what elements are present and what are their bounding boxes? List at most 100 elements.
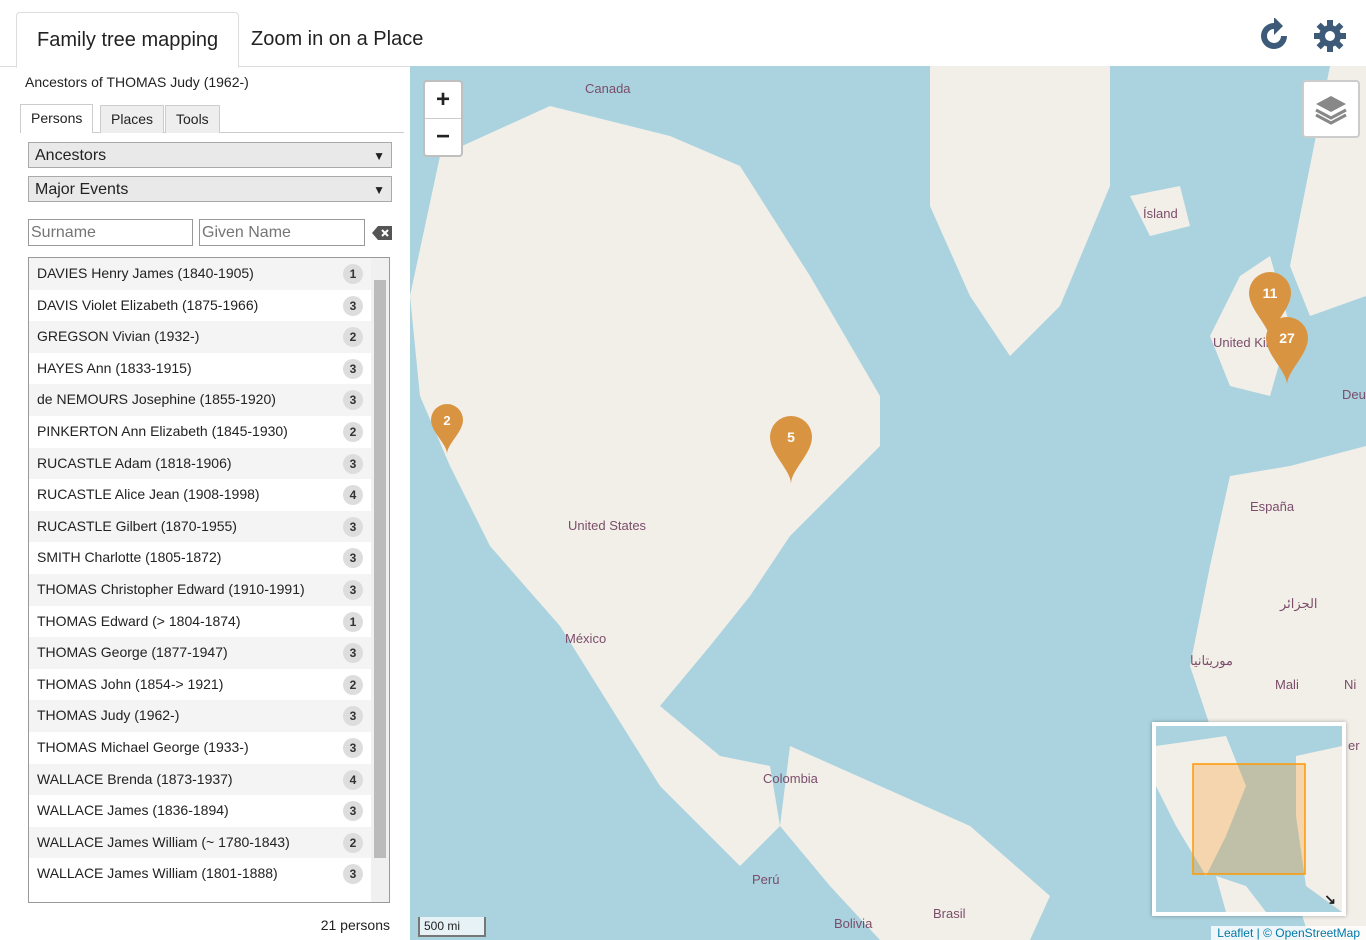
person-name: WALLACE Brenda (1873-1937)	[37, 770, 233, 787]
map-label-mali: Mali	[1275, 677, 1299, 692]
tab-tools[interactable]: Tools	[165, 105, 220, 133]
person-name: THOMAS George (1877-1947)	[37, 644, 228, 661]
event-count-badge: 3	[343, 358, 363, 379]
map-label-er: er	[1348, 738, 1360, 753]
list-item[interactable]: WALLACE James William (~ 1780-1843) 2	[29, 826, 389, 859]
map-view[interactable]: + − Canada Ísland United Kingdom Deut Un…	[410, 66, 1366, 940]
person-name: THOMAS Michael George (1933-)	[37, 738, 249, 755]
events-select[interactable]: Major Events ▼	[28, 176, 392, 202]
map-attribution[interactable]: Leaflet | © OpenStreetMap	[1211, 926, 1366, 940]
person-name: DAVIES Henry James (1840-1905)	[37, 265, 254, 281]
event-count-badge: 3	[343, 864, 363, 885]
marker-count: 27	[1279, 330, 1295, 346]
list-item[interactable]: de NEMOURS Josephine (1855-1920) 3	[29, 384, 389, 416]
relation-select[interactable]: Ancestors ▼	[28, 142, 392, 168]
sub-tab-bar: Persons Places Tools	[20, 102, 404, 133]
person-name: WALLACE James William (~ 1780-1843)	[37, 833, 290, 850]
person-name: THOMAS Edward (> 1804-1874)	[37, 612, 241, 629]
person-name: PINKERTON Ann Elizabeth (1845-1930)	[37, 422, 288, 439]
map-label-colombia: Colombia	[763, 771, 818, 786]
clear-filter-icon[interactable]	[372, 226, 392, 240]
person-name: WALLACE James William (1801-1888)	[37, 865, 278, 882]
tab-zoom-in-on-place[interactable]: Zoom in on a Place	[231, 12, 443, 66]
map-label-mauritania: موريتانيا	[1190, 653, 1233, 668]
gear-icon[interactable]	[1312, 18, 1348, 54]
person-name: RUCASTLE Adam (1818-1906)	[37, 454, 232, 471]
tab-persons[interactable]: Persons	[20, 104, 94, 133]
map-label-us: United States	[568, 518, 647, 533]
list-item[interactable]: THOMAS John (1854-> 1921) 2	[29, 669, 389, 701]
list-item[interactable]: THOMAS Christopher Edward (1910-1991) 3	[29, 573, 389, 606]
refresh-icon[interactable]	[1256, 18, 1292, 54]
event-count-badge: 2	[343, 674, 363, 695]
list-item[interactable]: THOMAS George (1877-1947) 3	[29, 637, 389, 669]
map-marker[interactable]: 5	[770, 416, 812, 489]
zoom-in-button[interactable]: +	[425, 82, 461, 118]
list-item[interactable]: GREGSON Vivian (1932-) 2	[29, 321, 389, 353]
marker-count: 5	[787, 429, 795, 445]
zoom-out-button[interactable]: −	[425, 118, 461, 155]
list-item[interactable]: SMITH Charlotte (1805-1872) 3	[29, 542, 389, 574]
list-item[interactable]: THOMAS Michael George (1933-) 3	[29, 732, 389, 764]
map-label-canada: Canada	[585, 81, 631, 96]
list-item[interactable]: RUCASTLE Adam (1818-1906) 3	[29, 447, 389, 480]
list-item[interactable]: WALLACE James William (1801-1888) 3	[29, 858, 389, 890]
list-item[interactable]: WALLACE James (1836-1894) 3	[29, 795, 389, 827]
event-count-badge: 1	[343, 611, 363, 632]
person-name: SMITH Charlotte (1805-1872)	[37, 549, 222, 566]
event-count-badge: 3	[343, 737, 363, 758]
event-count-badge: 1	[343, 264, 363, 284]
event-count-badge: 3	[343, 390, 363, 411]
person-name: de NEMOURS Josephine (1855-1920)	[37, 391, 276, 408]
list-item[interactable]: DAVIES Henry James (1840-1905) 1	[29, 258, 389, 290]
person-name: DAVIS Violet Elizabeth (1875-1966)	[37, 296, 259, 313]
panel-title: Ancestors of THOMAS Judy (1962-)	[25, 74, 249, 90]
relation-select-value: Ancestors	[35, 147, 107, 164]
scale-bar: 500 mi	[418, 917, 486, 937]
marker-count: 2	[443, 413, 450, 428]
layers-button[interactable]	[1302, 80, 1360, 138]
list-item[interactable]: PINKERTON Ann Elizabeth (1845-1930) 2	[29, 416, 389, 448]
event-count-badge: 3	[343, 453, 363, 474]
event-count-badge: 3	[343, 548, 363, 569]
person-name: RUCASTLE Gilbert (1870-1955)	[37, 517, 237, 534]
surname-input[interactable]	[28, 219, 193, 246]
event-count-badge: 3	[343, 706, 363, 727]
event-count-badge: 3	[343, 579, 363, 600]
person-name: THOMAS Christopher Edward (1910-1991)	[37, 580, 305, 597]
minimap-toggle-icon[interactable]: ↘	[1324, 891, 1336, 908]
list-item[interactable]: THOMAS Judy (1962-) 3	[29, 700, 389, 732]
map-label-iceland: Ísland	[1143, 206, 1178, 221]
list-item[interactable]: HAYES Ann (1833-1915) 3	[29, 353, 389, 385]
marker-count: 11	[1263, 285, 1278, 301]
map-label-ni: Ni	[1344, 677, 1357, 692]
zoom-control: + −	[423, 80, 463, 157]
event-count-badge: 2	[343, 327, 363, 348]
given-name-input[interactable]	[199, 219, 365, 246]
scrollbar-thumb[interactable]	[374, 280, 386, 858]
top-tab-bar: Family tree mapping Zoom in on a Place	[0, 0, 1366, 68]
map-label-peru: Perú	[752, 872, 780, 887]
list-item[interactable]: RUCASTLE Alice Jean (1908-1998) 4	[29, 479, 389, 511]
person-name: THOMAS Judy (1962-)	[37, 707, 180, 724]
map-label-spain: España	[1250, 499, 1295, 514]
map-marker[interactable]: 27	[1266, 317, 1308, 390]
map-marker[interactable]: 2	[431, 404, 463, 459]
persons-panel: Ancestors of THOMAS Judy (1962-) Persons…	[16, 67, 408, 940]
persons-list: DAVIES Henry James (1840-1905) 1 DAVIS Vio…	[28, 257, 390, 903]
list-item[interactable]: RUCASTLE Gilbert (1870-1955) 3	[29, 510, 389, 543]
tab-places[interactable]: Places	[100, 105, 165, 133]
list-item[interactable]: WALLACE Brenda (1873-1937) 4	[29, 763, 389, 796]
map-label-bolivia: Bolivia	[834, 916, 873, 931]
list-scrollbar[interactable]	[371, 258, 389, 902]
person-count: 21 persons	[320, 917, 390, 933]
event-count-badge: 3	[343, 643, 363, 664]
list-item[interactable]: THOMAS Edward (> 1804-1874) 1	[29, 606, 389, 638]
minimap[interactable]: ↘	[1152, 722, 1346, 916]
event-count-badge: 2	[343, 832, 363, 853]
list-item[interactable]: DAVIS Violet Elizabeth (1875-1966) 3	[29, 290, 389, 322]
layers-icon	[1315, 96, 1347, 125]
event-count-badge: 3	[343, 295, 363, 316]
minimap-land	[1156, 736, 1342, 912]
tab-family-tree-mapping[interactable]: Family tree mapping	[16, 12, 240, 68]
